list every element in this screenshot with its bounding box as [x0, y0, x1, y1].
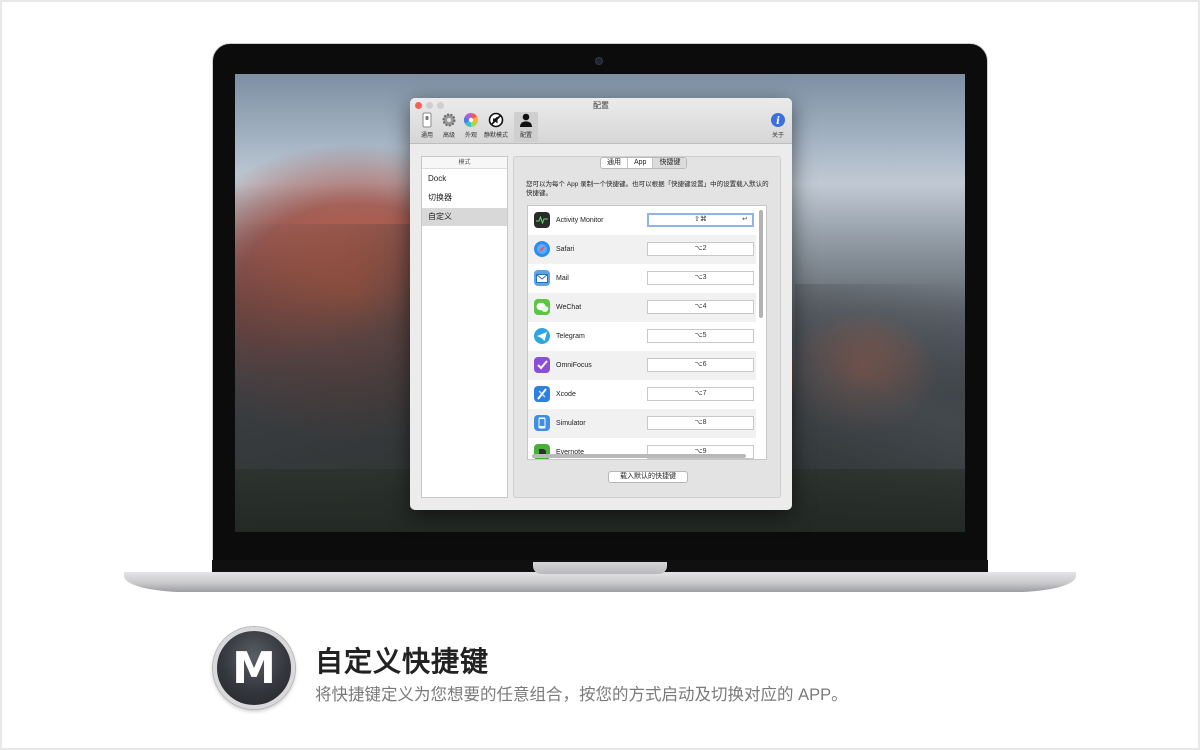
mode-item-switcher[interactable]: 切换器 [422, 189, 507, 207]
color-wheel-icon [463, 112, 479, 128]
tab-shortcuts[interactable]: 快捷键 [653, 158, 687, 168]
toolbar-silent-mode[interactable]: 静默模式 [484, 112, 508, 142]
shortcut-recorder[interactable]: ⌥3 [647, 271, 754, 285]
shortcut-recorder[interactable]: ⌥2 [647, 242, 754, 256]
shortcut-recorder[interactable]: ⌥5 [647, 329, 754, 343]
table-row[interactable]: Safari ⌥2 [528, 235, 756, 264]
table-row[interactable]: Mail ⌥3 [528, 264, 756, 293]
no-sound-icon [488, 112, 504, 128]
safari-icon [534, 241, 550, 257]
omnifocus-icon [534, 357, 550, 373]
app-logo: M [213, 627, 295, 709]
preferences-window: 配置 通用 高级 外观 静默模式 配置 i 关于 模式 Dock 切换器 自定义… [410, 98, 792, 510]
mode-list: 模式 Dock 切换器 自定义 [421, 156, 508, 498]
caption-title: 自定义快捷键 [315, 646, 490, 677]
mode-item-dock[interactable]: Dock [422, 170, 507, 188]
toolbar-about[interactable]: i 关于 [766, 112, 790, 142]
toolbar-config[interactable]: 配置 [514, 112, 538, 142]
mode-item-custom[interactable]: 自定义 [422, 208, 507, 226]
load-defaults-button[interactable]: 载入默认的快捷键 [608, 471, 688, 483]
xcode-icon [534, 386, 550, 402]
shortcut-recorder[interactable]: ⌥6 [647, 358, 754, 372]
window-titlebar: 配置 通用 高级 外观 静默模式 配置 i 关于 [410, 98, 792, 144]
table-row[interactable]: WeChat ⌥4 [528, 293, 756, 322]
app-name: Telegram [556, 333, 585, 340]
toolbar-general[interactable]: 通用 [415, 112, 439, 142]
wechat-icon [534, 299, 550, 315]
laptop-base [124, 572, 1076, 592]
app-name: Xcode [556, 391, 576, 398]
app-name: Activity Monitor [556, 217, 604, 224]
app-name: WeChat [556, 304, 582, 311]
settings-pane: 通用 App 快捷键 您可以为每个 App 录制一个快捷键。也可以根据「快捷键设… [513, 156, 781, 498]
vertical-scrollbar[interactable] [759, 208, 763, 456]
return-icon: ↵ [742, 216, 748, 223]
laptop-notch [533, 562, 667, 574]
horizontal-scrollbar[interactable] [532, 454, 746, 458]
activity-monitor-icon [534, 212, 550, 228]
toolbar-appearance[interactable]: 外观 [459, 112, 483, 142]
switch-icon [422, 112, 432, 128]
shortcut-recorder[interactable]: ⌥7 [647, 387, 754, 401]
table-row[interactable]: Simulator ⌥8 [528, 409, 756, 438]
mode-list-header: 模式 [422, 157, 507, 169]
tab-app[interactable]: App [628, 158, 654, 168]
shortcut-recorder[interactable]: ⌥4 [647, 300, 754, 314]
info-icon: i [771, 113, 785, 127]
app-name: Simulator [556, 420, 586, 427]
shortcut-recorder[interactable]: ⌥8 [647, 416, 754, 430]
scroll-thumb[interactable] [759, 210, 763, 318]
app-name: Safari [556, 246, 575, 253]
app-name: OmniFocus [556, 362, 592, 369]
description-text: 您可以为每个 App 录制一个快捷键。也可以根据「快捷键设置」中的设置载入默认的… [526, 181, 769, 197]
svg-text:i: i [776, 116, 780, 127]
table-row[interactable]: Activity Monitor ⇧⌘ ↵ [528, 206, 756, 235]
table-row[interactable]: OmniFocus ⌥6 [528, 351, 756, 380]
app-name: Mail [556, 275, 569, 282]
shortcut-recorder[interactable]: ⇧⌘ ↵ [647, 213, 754, 227]
table-row[interactable]: Telegram ⌥5 [528, 322, 756, 351]
mail-icon [534, 270, 550, 286]
toolbar-advanced[interactable]: 高级 [437, 112, 461, 142]
gear-icon [442, 113, 456, 127]
simulator-icon [534, 415, 550, 431]
window-title: 配置 [593, 101, 609, 110]
telegram-icon [534, 328, 550, 344]
app-shortcut-list[interactable]: Activity Monitor ⇧⌘ ↵ Safari ⌥2 Mail ⌥3 W… [527, 205, 767, 460]
camera-icon [595, 57, 603, 65]
tab-general[interactable]: 通用 [601, 158, 628, 168]
tab-bar: 通用 App 快捷键 [600, 157, 688, 169]
table-row[interactable]: Xcode ⌥7 [528, 380, 756, 409]
user-silhouette-icon [520, 113, 532, 127]
caption-subtitle: 将快捷键定义为您想要的任意组合，按您的方式启动及切换对应的 APP。 [315, 686, 848, 704]
